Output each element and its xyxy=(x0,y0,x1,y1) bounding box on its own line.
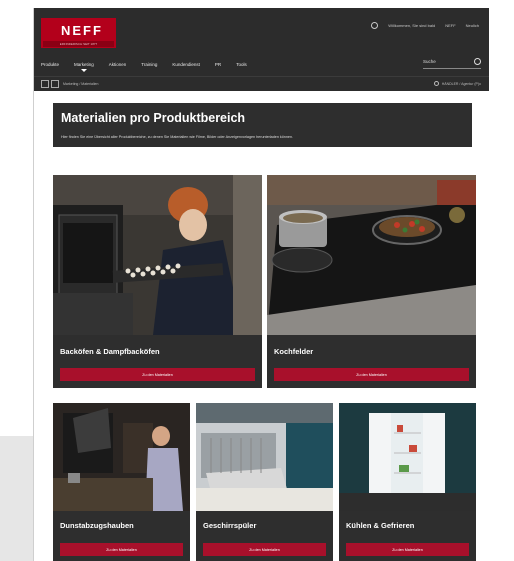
account-menu[interactable]: NEFF xyxy=(445,23,455,28)
breadcrumb-bar: Marketing / Materialien HÄNDLER / Agentu… xyxy=(33,76,489,91)
card-image-dishwasher xyxy=(196,403,333,511)
nav-item-produkte[interactable]: Produkte xyxy=(41,62,59,67)
viewport-border xyxy=(33,8,34,561)
nav-item-marketing[interactable]: Marketing xyxy=(74,62,94,67)
browser-viewport: NEFF ERFINDERISCH SEIT 1877 Willkommen, … xyxy=(33,8,489,561)
card-kochfelder: Kochfelder Zu den Materialien xyxy=(267,175,476,388)
logo-text: NEFF xyxy=(61,23,103,38)
breadcrumb[interactable]: Marketing / Materialien xyxy=(63,82,98,86)
nav-item-kundendienst[interactable]: Kundendienst xyxy=(172,62,200,67)
card-backoefen: Backöfen & Dampfbacköfen Zu den Material… xyxy=(53,175,262,388)
card-dunstabzugshauben: Dunstabzugshauben Zu den Materialien xyxy=(53,403,190,561)
card-title: Geschirrspüler xyxy=(203,521,257,530)
page-title-box: Materialien pro Produktbereich Hier find… xyxy=(53,103,472,147)
welcome-text[interactable]: Willkommen, Sie sind bald xyxy=(388,23,435,28)
search-icon[interactable] xyxy=(474,58,481,65)
card-image-hob xyxy=(267,175,476,335)
help-menu[interactable]: Neulich xyxy=(466,23,479,28)
card-title: Backöfen & Dampfbacköfen xyxy=(60,347,160,356)
nav-item-training[interactable]: Training xyxy=(141,62,157,67)
share-icon[interactable] xyxy=(51,80,59,88)
user-icon xyxy=(433,81,439,86)
search-label: Suche xyxy=(423,59,436,64)
logo-tagline: ERFINDERISCH SEIT 1877 xyxy=(43,41,114,47)
search-input[interactable]: Suche xyxy=(423,58,481,69)
nav-item-tools[interactable]: Tools xyxy=(236,62,247,67)
globe-icon xyxy=(371,22,379,29)
card-title: Kochfelder xyxy=(274,347,314,356)
top-utility-nav: Willkommen, Sie sind bald NEFF Neulich xyxy=(371,22,479,29)
portal-switch[interactable]: HÄNDLER / Agentur (P)o xyxy=(433,81,481,86)
main-nav: Produkte Marketing Aktionen Training Kun… xyxy=(41,62,247,67)
nav-item-pr[interactable]: PR xyxy=(215,62,221,67)
card-image-fridge xyxy=(339,403,476,511)
page-intro: Hier finden Sie eine Übersicht aller Pro… xyxy=(61,135,294,139)
nav-item-aktionen[interactable]: Aktionen xyxy=(109,62,127,67)
neff-logo[interactable]: NEFF ERFINDERISCH SEIT 1877 xyxy=(41,18,116,48)
card-title: Dunstabzugshauben xyxy=(60,521,134,530)
materials-button[interactable]: Zu den Materialien xyxy=(346,543,469,556)
card-image-oven xyxy=(53,175,262,335)
materials-button[interactable]: Zu den Materialien xyxy=(274,368,469,381)
card-title: Kühlen & Gefrieren xyxy=(346,521,415,530)
card-image-hood xyxy=(53,403,190,511)
site-header: NEFF ERFINDERISCH SEIT 1877 Willkommen, … xyxy=(33,8,489,91)
card-kuehlen-gefrieren: Kühlen & Gefrieren Zu den Materialien xyxy=(339,403,476,561)
card-geschirrspueler: Geschirrspüler Zu den Materialien xyxy=(196,403,333,561)
materials-button[interactable]: Zu den Materialien xyxy=(60,368,255,381)
materials-button[interactable]: Zu den Materialien xyxy=(203,543,326,556)
materials-button[interactable]: Zu den Materialien xyxy=(60,543,183,556)
page-edge-shadow xyxy=(0,436,33,561)
page-title: Materialien pro Produktbereich xyxy=(61,111,246,125)
portal-label: HÄNDLER / Agentur (P)o xyxy=(441,81,481,86)
home-icon[interactable] xyxy=(41,80,49,88)
